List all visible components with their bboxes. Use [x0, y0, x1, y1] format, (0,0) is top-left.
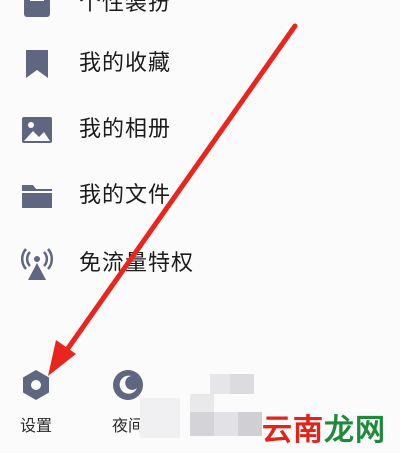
watermark-part1: 云南: [262, 413, 324, 448]
watermark-part2: 龙网: [324, 413, 386, 448]
annotation-arrow: [48, 23, 298, 376]
watermark-logo: 云南龙网: [262, 405, 386, 449]
